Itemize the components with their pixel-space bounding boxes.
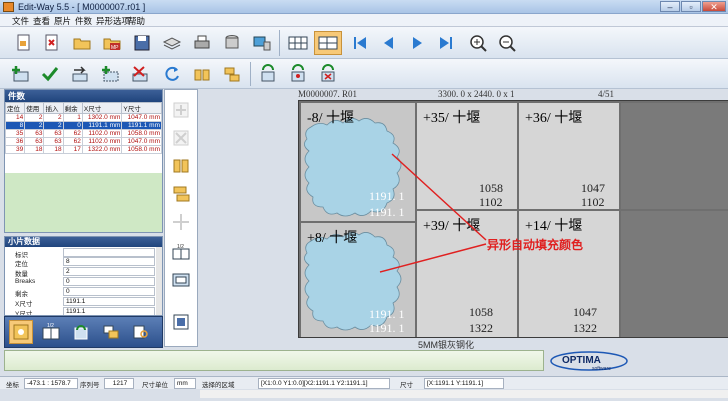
coord-value: -473.1 : 1578.7 (24, 378, 78, 389)
size-value: [X:1191.1 Y:1191.1] (424, 378, 504, 389)
region-label: 选择的区域 (202, 382, 235, 389)
unit-value: mm (174, 378, 196, 389)
annotation-arrows (379, 153, 487, 273)
region-value: [X1:0.0 Y1:0.0][X2:1191.1 Y2:1191.1] (258, 378, 390, 389)
seq-label: 序列号 (80, 382, 100, 389)
seq-value: 1217 (104, 378, 134, 389)
unit-label: 尺寸单位 (142, 382, 168, 389)
status-bar: 坐标 -473.1 : 1578.7 序列号 1217 尺寸单位 mm 选择的区… (0, 376, 728, 389)
horizontal-scrollbar[interactable] (200, 390, 728, 398)
annotation-text: 异形自动填充颜色 (487, 238, 584, 252)
size-label: 尺寸 (400, 382, 413, 389)
info-bar (4, 350, 544, 371)
logo-subtext: software (592, 366, 611, 372)
logo-text: OPTIMA (562, 355, 601, 366)
optima-logo: OPTIMA software (548, 350, 630, 372)
coord-label: 坐标 (6, 382, 19, 389)
